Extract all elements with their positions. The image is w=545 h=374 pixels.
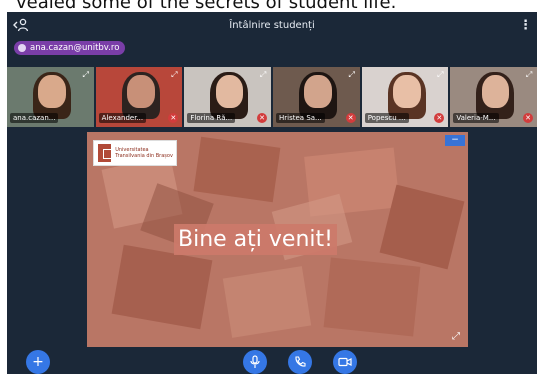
actions-button[interactable]: + [26,350,50,374]
muted-icon: ✕ [168,113,179,123]
top-bar: Întâlnire studenți ⋮ [7,12,537,42]
muted-icon: ✕ [523,113,534,123]
video-camera-icon [338,354,352,370]
logo-text: Universitatea Transilvania din Brașov [115,147,173,159]
fullscreen-presentation-button[interactable]: ⤢ [450,331,462,343]
microphone-icon [249,354,261,370]
participant-tile[interactable]: ⤢ Florina Ră... ✕ [184,67,272,127]
university-crest-icon [98,144,114,162]
meeting-window: Întâlnire studenți ⋮ ana.cazan@unitbv.ro… [7,12,537,374]
minimize-presentation-button[interactable]: − [445,135,465,146]
participant-name: Valeria-M... [453,113,499,123]
minus-icon: − [451,135,459,145]
participant-name: Alexander... [98,113,147,123]
muted-icon: ✕ [345,113,356,123]
plus-icon: + [32,354,44,370]
microphone-button[interactable] [243,350,267,374]
fullscreen-icon[interactable]: ⤢ [347,70,357,80]
participant-tile[interactable]: ⤢ ana.cazan... [7,67,94,127]
fullscreen-icon[interactable]: ⤢ [435,70,445,80]
camera-button[interactable] [333,350,357,374]
participant-tile[interactable]: ⤢ Popescu ... ✕ [361,67,449,127]
meeting-title: Întâlnire studenți [229,20,315,31]
fullscreen-icon: ⤢ [452,331,460,342]
participant-tile[interactable]: ⤢ Alexander... ✕ [95,67,183,127]
presentation-area: Universitatea Transilvania din Brașov − … [87,132,468,347]
participant-tile[interactable]: ⤢ Hristea Sa... ✕ [273,67,360,127]
leave-audio-button[interactable] [288,350,312,374]
current-user-badge: ana.cazan@unitbv.ro [14,41,126,55]
bottom-toolbar: + [7,350,537,374]
user-avatar-icon [18,44,26,52]
fullscreen-icon[interactable]: ⤢ [258,70,268,80]
participant-tile[interactable]: ⤢ Valeria-M... ✕ [450,67,537,127]
fullscreen-icon[interactable]: ⤢ [524,70,534,80]
fullscreen-icon[interactable]: ⤢ [81,70,91,80]
participant-name: Popescu ... [364,113,409,123]
participant-strip: ⤢ ana.cazan... ⤢ Alexander... ✕ ⤢ Florin… [7,67,537,127]
more-vertical-icon: ⋮ [519,18,532,33]
participant-name: Florina Ră... [187,113,236,123]
participant-name: Hristea Sa... [276,113,325,123]
muted-icon: ✕ [257,113,268,123]
fullscreen-icon[interactable]: ⤢ [169,70,179,80]
muted-icon: ✕ [434,113,445,123]
participant-name: ana.cazan... [10,113,59,123]
user-email: ana.cazan@unitbv.ro [30,43,120,53]
university-logo: Universitatea Transilvania din Brașov [93,140,177,166]
slide-title: Bine ați venit! [174,224,337,255]
phone-icon [294,354,306,370]
more-options-button[interactable]: ⋮ [519,18,532,36]
